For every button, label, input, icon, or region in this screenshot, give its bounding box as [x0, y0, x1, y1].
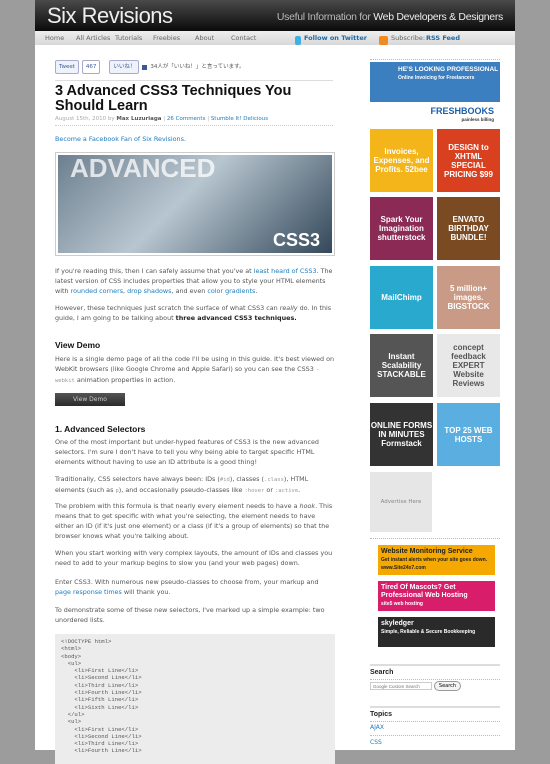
banner-ad[interactable]: Website Monitoring Service Get instant al… — [378, 545, 495, 575]
paragraph: When you start working with very complex… — [55, 549, 333, 567]
hero-image: ADVANCED CSS3 — [55, 152, 335, 256]
hero-title: ADVANCED — [70, 155, 216, 183]
article-title: 3 Advanced CSS3 Techniques You Should Le… — [55, 83, 292, 114]
banner-sub: Simple, Reliable & Secure Bookkeeping — [381, 629, 476, 635]
tagline-bold: Web Developers & Designers — [373, 11, 503, 23]
topic-css[interactable]: CSS — [370, 739, 382, 746]
nav-contact[interactable]: Contact — [231, 34, 256, 42]
main-nav: Home All Articles Tutorials Freebies Abo… — [35, 31, 515, 45]
tagline-text: Useful Information for — [276, 11, 374, 23]
ad-line: HE'S LOOKING PROFESSIONAL — [398, 66, 499, 73]
sidebar-ad[interactable]: Invoices, Expenses, and Profits. 52bee — [370, 129, 433, 192]
like-button[interactable]: いいね！ — [109, 60, 140, 74]
nav-freebies[interactable]: Freebies — [153, 34, 180, 42]
delicious-link[interactable]: Delicious — [243, 116, 268, 122]
sidebar-ad[interactable]: concept feedback EXPERT Website Reviews — [437, 334, 500, 397]
sidebar-ad[interactable]: ONLINE FORMS IN MINUTES Formstack — [370, 403, 433, 466]
stumble-link[interactable]: Stumble It! — [211, 116, 242, 122]
sidebar-ad[interactable]: MailChimp — [370, 266, 433, 329]
nav-home[interactable]: Home — [45, 34, 64, 42]
article-meta: August 15th, 2010 by Max Luzuriaga | 26 … — [55, 116, 269, 122]
author[interactable]: Max Luzuriaga — [116, 116, 161, 122]
paragraph: Enter CSS3. With numerous new pseudo-cla… — [55, 578, 319, 596]
tweet-button[interactable]: Tweet — [55, 60, 79, 74]
banner-sub: site5 web hosting — [381, 601, 423, 607]
site-logo[interactable]: Six Revisions — [47, 3, 173, 29]
sidebar-ad[interactable]: DESIGN to XHTML SPECIAL PRICING $99 — [437, 129, 500, 192]
advertise-here[interactable]: Advertise Here — [370, 472, 432, 532]
topic-ajax[interactable]: AJAX — [370, 724, 384, 731]
site-header: Six Revisions Useful Information for Web… — [35, 0, 515, 31]
paragraph: The problem with this formula is that ne… — [55, 502, 333, 540]
banner-extra: www.Site24x7.com — [381, 565, 426, 571]
section-heading: 1. Advanced Selectors — [55, 424, 146, 434]
nav-all-articles[interactable]: All Articles — [76, 34, 110, 42]
tweet-count: 467 — [81, 60, 101, 74]
sidebar-ad[interactable]: Spark Your Imagination shutterstock — [370, 197, 433, 260]
topics-heading: Topics — [370, 711, 393, 718]
link[interactable]: drop shadows — [127, 287, 171, 295]
search-heading: Search — [370, 669, 394, 676]
banner-ad[interactable]: skyledger Simple, Reliable & Secure Bookk… — [378, 617, 495, 647]
banner-title: Tired Of Mascots? Get Professional Web H… — [381, 584, 468, 599]
page: Six Revisions Useful Information for Web… — [35, 0, 515, 764]
banner-title: Website Monitoring Service — [381, 548, 473, 555]
link[interactable]: page response times — [55, 588, 122, 596]
paragraph: However, these techniques just scratch t… — [55, 304, 332, 322]
facebook-fan-link[interactable]: Become a Facebook Fan of Six Revisions. — [55, 134, 186, 144]
banner-ad[interactable]: Tired Of Mascots? Get Professional Web H… — [378, 581, 495, 611]
link[interactable]: rounded corners — [71, 287, 123, 295]
tagline: Useful Information for Web Developers & … — [277, 11, 503, 23]
rss-feed-link[interactable]: RSS Feed — [426, 34, 460, 42]
link[interactable]: least heard of CSS3 — [254, 267, 317, 275]
paragraph: One of the most important but under-hype… — [55, 438, 319, 466]
sidebar-ad[interactable]: ENVATO BIRTHDAY BUNDLE! — [437, 197, 500, 260]
banner-sub: Get instant alerts when your site goes d… — [381, 557, 488, 563]
section-heading: View Demo — [55, 340, 101, 350]
paragraph: If you're reading this, then I can safel… — [55, 267, 333, 295]
subscribe-label: Subscribe: — [391, 34, 426, 42]
code-block: <!DOCTYPE html> <html> <body> <ul> <li>F… — [55, 634, 335, 764]
like-count-text: 34人が「いいね！」と言っています。 — [150, 64, 245, 70]
freshbooks-ad[interactable]: HE'S LOOKING PROFESSIONAL Online Invoici… — [370, 62, 500, 122]
paragraph: To demonstrate some of these new selecto… — [55, 606, 325, 624]
ad-line: Online Invoicing for Freelancers — [398, 75, 475, 81]
search-input[interactable] — [370, 682, 432, 690]
banner-title: skyledger — [381, 620, 414, 627]
nav-about[interactable]: About — [195, 34, 214, 42]
sidebar-ad[interactable]: Instant Scalability STACKABLE — [370, 334, 433, 397]
paragraph: Here is a single demo page of all the co… — [55, 355, 335, 384]
nav-tutorials[interactable]: Tutorials — [115, 34, 142, 42]
view-demo-button[interactable]: View Demo — [55, 393, 125, 406]
divider — [55, 80, 333, 81]
paragraph: Traditionally, CSS selectors have always… — [55, 475, 309, 494]
ad-sub: painless billing — [461, 117, 494, 122]
link[interactable]: color gradients — [207, 287, 255, 295]
hero-subtitle: CSS3 — [272, 230, 320, 250]
sidebar-ad[interactable]: 5 million+ images. BIGSTOCK — [437, 266, 500, 329]
post-date: August 15th, 2010 by — [55, 116, 117, 122]
search-button[interactable]: Search — [434, 681, 461, 691]
sidebar-ad[interactable]: TOP 25 WEB HOSTS — [437, 403, 500, 466]
comments-link[interactable]: 26 Comments — [167, 116, 206, 122]
facebook-icon — [142, 64, 148, 70]
divider — [55, 125, 333, 126]
ad-brand: FRESHBOOKS — [430, 106, 494, 116]
follow-twitter-link[interactable]: Follow on Twitter — [304, 34, 367, 42]
